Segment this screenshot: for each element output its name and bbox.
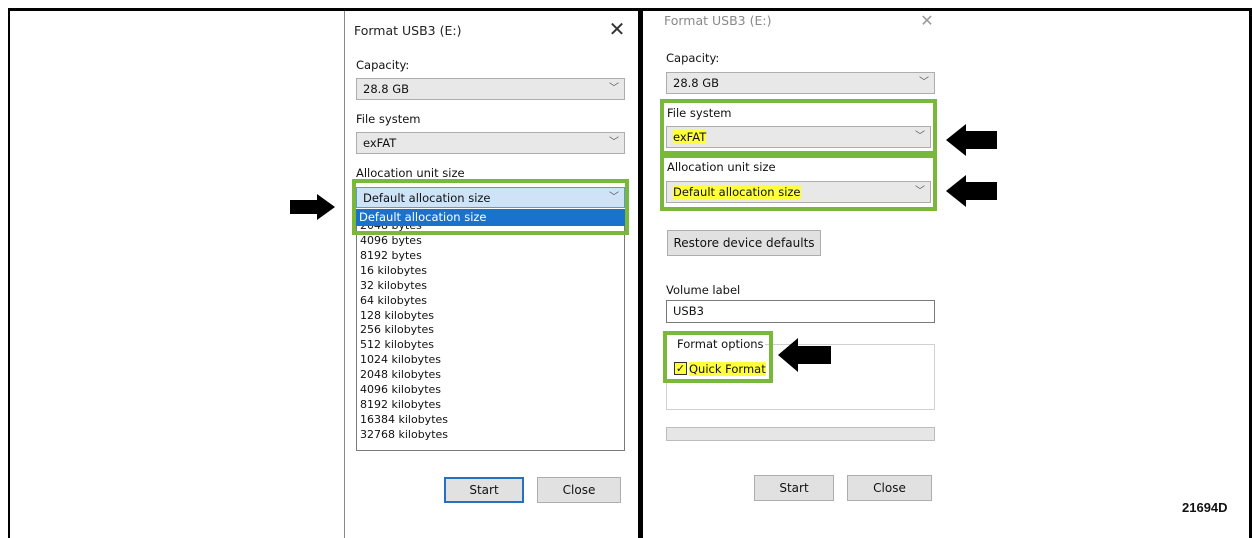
left-format-dialog: Format USB3 (E:) ✕ Capacity: 28.8 GB ﹀ F… — [344, 11, 638, 538]
chevron-down-icon: ﹀ — [609, 83, 619, 94]
start-button[interactable]: Start — [754, 475, 834, 501]
capacity-value: 28.8 GB — [673, 76, 720, 90]
allocation-dropdown-list[interactable]: 2048 bytes 4096 bytes 8192 bytes 16 kilo… — [356, 223, 625, 451]
file-system-select[interactable]: exFAT ﹀ — [666, 126, 931, 148]
allocation-option[interactable]: 4096 bytes — [360, 234, 624, 249]
allocation-option[interactable]: 16 kilobytes — [360, 264, 624, 279]
allocation-option[interactable]: 32 kilobytes — [360, 279, 624, 294]
capacity-select[interactable]: 28.8 GB ﹀ — [666, 72, 935, 94]
dialog-title: Format USB3 (E:) — [664, 13, 772, 28]
allocation-option-selected[interactable]: Default allocation size — [356, 209, 625, 226]
chevron-down-icon: ﹀ — [915, 186, 925, 197]
volume-label-label: Volume label — [666, 283, 741, 297]
allocation-option[interactable]: 256 kilobytes — [360, 323, 624, 338]
file-system-value: exFAT — [363, 136, 397, 150]
restore-defaults-button[interactable]: Restore device defaults — [667, 230, 821, 256]
allocation-select[interactable]: Default allocation size ﹀ — [666, 181, 931, 203]
panel-divider — [638, 8, 643, 538]
start-button[interactable]: Start — [444, 477, 524, 503]
allocation-option[interactable]: 16384 kilobytes — [360, 413, 624, 428]
chevron-down-icon: ﹀ — [609, 137, 619, 148]
capacity-select[interactable]: 28.8 GB ﹀ — [356, 78, 625, 100]
allocation-option[interactable]: 2048 kilobytes — [360, 368, 624, 383]
allocation-option[interactable]: 512 kilobytes — [360, 338, 624, 353]
close-button[interactable]: Close — [537, 477, 621, 503]
allocation-option[interactable]: 8192 bytes — [360, 249, 624, 264]
allocation-option[interactable]: 4096 kilobytes — [360, 383, 624, 398]
file-system-select[interactable]: exFAT ﹀ — [356, 132, 625, 154]
chevron-down-icon: ﹀ — [919, 77, 929, 88]
close-button[interactable]: Close — [847, 475, 932, 501]
close-icon[interactable]: ✕ — [607, 19, 627, 39]
capacity-label: Capacity: — [356, 58, 410, 72]
allocation-option[interactable]: 64 kilobytes — [360, 294, 624, 309]
format-options-label: Format options — [677, 337, 764, 351]
chevron-down-icon: ﹀ — [915, 131, 925, 142]
chevron-down-icon: ﹀ — [609, 192, 619, 203]
file-system-label: File system — [667, 106, 732, 120]
file-system-label: File system — [356, 112, 421, 126]
allocation-option[interactable]: 8192 kilobytes — [360, 398, 624, 413]
quick-format-label: Quick Format — [689, 362, 766, 376]
checkmark-icon: ✓ — [675, 362, 686, 375]
right-format-dialog: Format USB3 (E:) ✕ Capacity: 28.8 GB ﹀ F… — [655, 11, 945, 538]
allocation-option[interactable]: 32768 kilobytes — [360, 428, 624, 443]
allocation-option[interactable]: 128 kilobytes — [360, 309, 624, 324]
dialog-title: Format USB3 (E:) — [354, 23, 462, 38]
capacity-label: Capacity: — [666, 51, 720, 65]
file-system-value: exFAT — [673, 130, 707, 144]
allocation-label: Allocation unit size — [667, 160, 776, 174]
volume-label-input[interactable]: USB3 — [666, 300, 935, 323]
frame-left-line — [8, 8, 10, 538]
allocation-option[interactable]: 1024 kilobytes — [360, 353, 624, 368]
quick-format-checkbox[interactable]: ✓ — [674, 362, 687, 375]
figure-code: 21694D — [1182, 500, 1228, 515]
allocation-value: Default allocation size — [673, 185, 801, 199]
progress-bar — [666, 427, 935, 441]
allocation-label: Allocation unit size — [356, 166, 465, 180]
allocation-value: Default allocation size — [363, 191, 491, 205]
allocation-select[interactable]: Default allocation size ﹀ — [356, 187, 625, 208]
close-icon[interactable]: ✕ — [917, 11, 937, 31]
capacity-value: 28.8 GB — [363, 82, 410, 96]
